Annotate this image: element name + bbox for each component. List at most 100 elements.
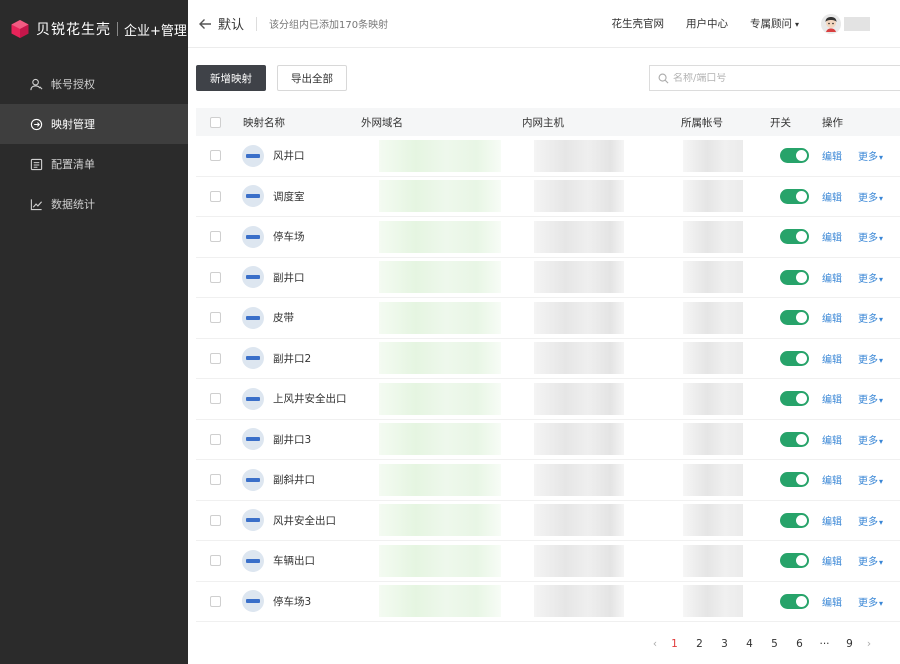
more-dropdown[interactable]: 更多▾ <box>858 553 883 568</box>
mapping-type-icon <box>242 266 264 289</box>
user-center-link[interactable]: 用户中心 <box>686 16 728 31</box>
row-checkbox[interactable] <box>210 352 221 364</box>
wan-domain-redacted <box>379 423 501 456</box>
export-all-button[interactable]: 导出全部 <box>277 65 347 91</box>
sidebar: 贝锐花生壳 企业+管理 帐号授权 映射管理 配置清单 数据统计 <box>0 0 188 664</box>
account-redacted <box>683 585 743 618</box>
row-checkbox[interactable] <box>210 271 221 283</box>
more-dropdown[interactable]: 更多▾ <box>858 432 883 447</box>
row-checkbox[interactable] <box>210 312 221 324</box>
pagination: ‹ 1 2 3 4 5 6 ··· 9 › <box>648 636 876 652</box>
edit-link[interactable]: 编辑 <box>822 472 842 487</box>
more-dropdown[interactable]: 更多▾ <box>858 148 883 163</box>
more-dropdown[interactable]: 更多▾ <box>858 472 883 487</box>
back-arrow-icon[interactable] <box>198 17 212 31</box>
mapping-name: 副井口3 <box>273 433 312 446</box>
mapping-switch-toggle[interactable] <box>780 229 809 245</box>
edit-link[interactable]: 编辑 <box>822 553 842 568</box>
edit-link[interactable]: 编辑 <box>822 229 842 244</box>
mapping-name: 风井口 <box>273 150 305 163</box>
edit-link[interactable]: 编辑 <box>822 391 842 406</box>
official-site-link[interactable]: 花生壳官网 <box>611 16 664 31</box>
row-checkbox[interactable] <box>210 474 221 486</box>
page-2[interactable]: 2 <box>687 638 712 650</box>
page-6[interactable]: 6 <box>787 638 812 650</box>
column-header-switch: 开关 <box>770 116 791 129</box>
lan-host-redacted <box>534 180 624 213</box>
edit-link[interactable]: 编辑 <box>822 351 842 366</box>
edit-link[interactable]: 编辑 <box>822 148 842 163</box>
caret-down-icon: ▾ <box>879 355 884 365</box>
sidebar-item-statistics[interactable]: 数据统计 <box>0 184 188 224</box>
page-ellipsis[interactable]: ··· <box>812 638 837 650</box>
sidebar-item-label: 帐号授权 <box>51 78 95 91</box>
edit-link[interactable]: 编辑 <box>822 189 842 204</box>
more-dropdown[interactable]: 更多▾ <box>858 229 883 244</box>
mapping-switch-toggle[interactable] <box>780 148 809 164</box>
username-redacted[interactable] <box>844 16 870 31</box>
prev-page-button[interactable]: ‹ <box>648 638 662 650</box>
mapping-switch-toggle[interactable] <box>780 472 809 488</box>
search-icon <box>658 73 669 83</box>
mapping-switch-toggle[interactable] <box>780 350 809 366</box>
row-checkbox[interactable] <box>210 433 221 445</box>
more-dropdown[interactable]: 更多▾ <box>858 594 883 609</box>
mapping-name: 调度室 <box>273 190 305 203</box>
mapping-switch-toggle[interactable] <box>780 512 809 528</box>
mapping-switch-toggle[interactable] <box>780 593 809 609</box>
mapping-switch-toggle[interactable] <box>780 269 809 285</box>
edit-link[interactable]: 编辑 <box>822 310 842 325</box>
consultant-dropdown[interactable]: 专属顾问 ▾ <box>750 16 799 31</box>
row-checkbox[interactable] <box>210 190 221 202</box>
divider <box>256 16 258 31</box>
mapping-switch-toggle[interactable] <box>780 188 809 204</box>
brand[interactable]: 贝锐花生壳 企业+管理 <box>0 0 188 58</box>
table-row: 上风井安全出口 编辑 更多▾ <box>196 379 900 420</box>
select-all-checkbox[interactable] <box>210 116 221 128</box>
lan-host-redacted <box>534 504 624 537</box>
more-dropdown[interactable]: 更多▾ <box>858 351 883 366</box>
next-page-button[interactable]: › <box>862 638 876 650</box>
more-dropdown[interactable]: 更多▾ <box>858 270 883 285</box>
page-1[interactable]: 1 <box>662 638 687 650</box>
mapping-switch-toggle[interactable] <box>780 310 809 326</box>
sidebar-item-mapping[interactable]: 映射管理 <box>0 104 188 144</box>
row-checkbox[interactable] <box>210 514 221 526</box>
more-dropdown[interactable]: 更多▾ <box>858 513 883 528</box>
page-5[interactable]: 5 <box>762 638 787 650</box>
more-label: 更多 <box>858 273 878 285</box>
edit-link[interactable]: 编辑 <box>822 594 842 609</box>
lan-host-redacted <box>534 139 624 172</box>
mapping-switch-toggle[interactable] <box>780 553 809 569</box>
page-4[interactable]: 4 <box>737 638 762 650</box>
more-dropdown[interactable]: 更多▾ <box>858 189 883 204</box>
row-checkbox[interactable] <box>210 393 221 405</box>
page-9[interactable]: 9 <box>837 638 862 650</box>
mapping-name: 副井口 <box>273 271 305 284</box>
edit-link[interactable]: 编辑 <box>822 270 842 285</box>
row-checkbox[interactable] <box>210 231 221 243</box>
mapping-switch-toggle[interactable] <box>780 391 809 407</box>
caret-down-icon: ▾ <box>879 193 884 203</box>
sidebar-item-account-auth[interactable]: 帐号授权 <box>0 64 188 104</box>
caret-down-icon: ▾ <box>879 598 884 608</box>
table-row: 停车场3 编辑 更多▾ <box>196 582 900 622</box>
table-row: 皮带 编辑 更多▾ <box>196 298 900 339</box>
column-header-account: 所属帐号 <box>681 116 723 129</box>
page-3[interactable]: 3 <box>712 638 737 650</box>
search-input[interactable] <box>673 72 873 84</box>
mapping-type-icon <box>242 347 264 370</box>
row-checkbox[interactable] <box>210 150 221 162</box>
mapping-switch-toggle[interactable] <box>780 431 809 447</box>
caret-down-icon: ▾ <box>879 234 884 244</box>
add-mapping-button[interactable]: 新增映射 <box>196 65 266 91</box>
more-label: 更多 <box>858 152 878 164</box>
row-checkbox[interactable] <box>210 595 221 607</box>
avatar[interactable] <box>821 13 841 34</box>
more-dropdown[interactable]: 更多▾ <box>858 310 883 325</box>
more-dropdown[interactable]: 更多▾ <box>858 391 883 406</box>
edit-link[interactable]: 编辑 <box>822 513 842 528</box>
sidebar-item-config-list[interactable]: 配置清单 <box>0 144 188 184</box>
edit-link[interactable]: 编辑 <box>822 432 842 447</box>
row-checkbox[interactable] <box>210 555 221 567</box>
